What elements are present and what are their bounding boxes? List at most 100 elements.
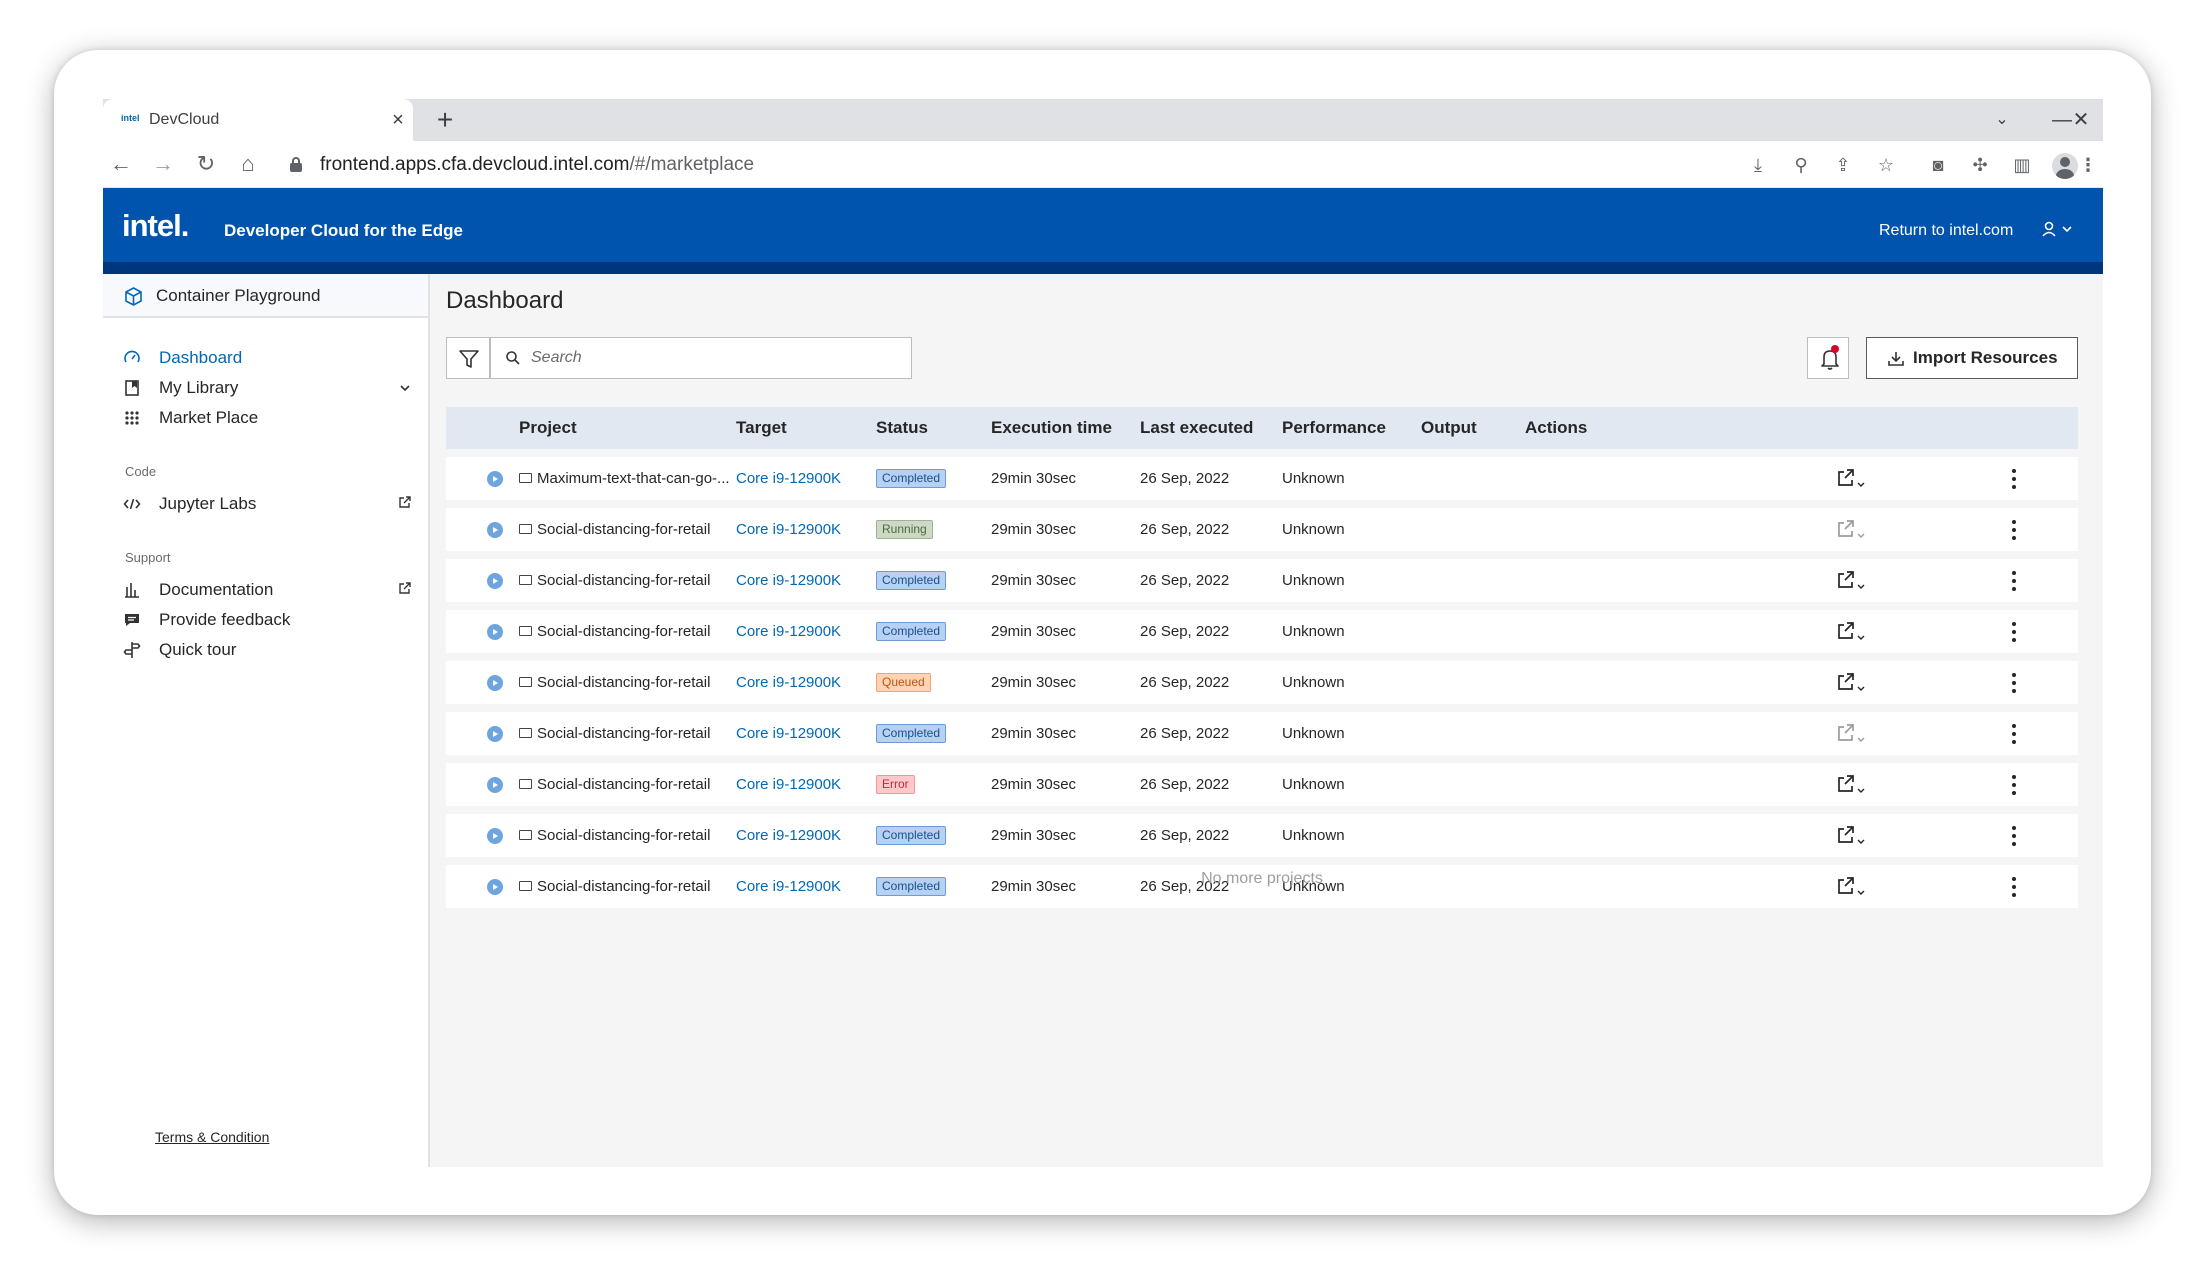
- zoom-icon[interactable]: ⚲: [1788, 152, 1814, 178]
- expand-row-icon[interactable]: [487, 624, 503, 640]
- browser-tab[interactable]: intel DevCloud ×: [103, 99, 413, 141]
- project-cell[interactable]: Social-distancing-for-retail: [519, 763, 710, 806]
- return-to-intel-link[interactable]: Return to intel.com: [1879, 188, 2013, 274]
- home-icon[interactable]: ⌂: [234, 150, 262, 178]
- search-icon: [506, 351, 520, 365]
- open-output-icon[interactable]: [1836, 621, 1872, 643]
- table-row[interactable]: Social-distancing-for-retail Core i9-1290…: [446, 661, 2078, 704]
- close-window-icon[interactable]: ✕: [2067, 106, 2095, 134]
- open-output-icon[interactable]: [1836, 825, 1872, 847]
- expand-row-icon[interactable]: [487, 522, 503, 538]
- back-icon[interactable]: ←: [107, 150, 135, 178]
- open-output-icon[interactable]: [1836, 468, 1872, 490]
- execution-time: 29min 30sec: [991, 827, 1077, 844]
- extensions-icon[interactable]: ✣: [1967, 152, 1993, 178]
- sidebar-item-quick-tour[interactable]: Quick tour: [103, 631, 428, 669]
- search-input[interactable]: [531, 338, 901, 378]
- camera-icon[interactable]: ◙: [1925, 152, 1951, 178]
- table-row[interactable]: Maximum-text-that-can-go-... Core i9-1290…: [446, 457, 2078, 500]
- sidebar-item-market-place[interactable]: Market Place: [103, 399, 428, 437]
- target-link[interactable]: Core i9-12900K: [736, 610, 841, 653]
- expand-row-icon[interactable]: [487, 777, 503, 793]
- table-row[interactable]: Social-distancing-for-retail Core i9-1290…: [446, 763, 2078, 806]
- project-name: Maximum-text-that-can-go-...: [537, 470, 730, 487]
- lock-icon: [290, 157, 302, 172]
- column-header[interactable]: Target: [736, 407, 787, 449]
- column-header[interactable]: Status: [876, 407, 928, 449]
- status-badge: Completed: [876, 469, 947, 488]
- expand-row-icon[interactable]: [487, 675, 503, 691]
- expand-row-icon[interactable]: [487, 828, 503, 844]
- column-header[interactable]: Performance: [1282, 407, 1386, 449]
- column-header[interactable]: Output: [1421, 407, 1477, 449]
- table-row[interactable]: Social-distancing-for-retail Core i9-1290…: [446, 508, 2078, 551]
- project-cell[interactable]: Social-distancing-for-retail: [519, 559, 710, 602]
- open-output-icon[interactable]: [1836, 774, 1872, 796]
- user-menu-icon[interactable]: [2041, 219, 2077, 241]
- search-field[interactable]: [490, 337, 912, 379]
- target-link[interactable]: Core i9-12900K: [736, 559, 841, 602]
- filter-icon: [459, 350, 479, 368]
- row-actions-menu-icon[interactable]: [2006, 823, 2022, 849]
- status-badge: Running: [876, 520, 933, 539]
- table-row[interactable]: Social-distancing-for-retail Core i9-1290…: [446, 814, 2078, 857]
- column-header[interactable]: Actions: [1525, 407, 1587, 449]
- project-cell[interactable]: Social-distancing-for-retail: [519, 610, 710, 653]
- row-actions-menu-icon[interactable]: [2006, 466, 2022, 492]
- table-row[interactable]: Social-distancing-for-retail Core i9-1290…: [446, 610, 2078, 653]
- project-cell[interactable]: Social-distancing-for-retail: [519, 508, 710, 551]
- notifications-button[interactable]: [1807, 337, 1849, 379]
- reload-icon[interactable]: ↻: [192, 150, 220, 178]
- bookmark-star-icon[interactable]: ☆: [1873, 152, 1899, 178]
- row-actions-menu-icon[interactable]: [2006, 619, 2022, 645]
- address-bar[interactable]: frontend.apps.cfa.devcloud.intel.com/#/m…: [320, 141, 754, 188]
- side-panel-icon[interactable]: ▥: [2009, 152, 2035, 178]
- sidebar-header[interactable]: Container Playground: [103, 274, 428, 318]
- row-actions-menu-icon[interactable]: [2006, 721, 2022, 747]
- expand-row-icon[interactable]: [487, 471, 503, 487]
- intel-logo[interactable]: intel.: [122, 208, 189, 244]
- project-cell[interactable]: Social-distancing-for-retail: [519, 712, 710, 755]
- target-link[interactable]: Core i9-12900K: [736, 712, 841, 755]
- open-output-icon[interactable]: [1836, 672, 1872, 694]
- row-actions-menu-icon[interactable]: [2006, 517, 2022, 543]
- new-tab-button[interactable]: +: [431, 106, 459, 134]
- target-link[interactable]: Core i9-12900K: [736, 814, 841, 857]
- table-row[interactable]: Social-distancing-for-retail Core i9-1290…: [446, 559, 2078, 602]
- install-icon[interactable]: ⤓: [1745, 152, 1771, 178]
- tab-search-icon[interactable]: ⌄: [1988, 106, 2016, 134]
- close-tab-icon[interactable]: ×: [385, 107, 411, 133]
- project-cell[interactable]: Social-distancing-for-retail: [519, 814, 710, 857]
- target-link[interactable]: Core i9-12900K: [736, 661, 841, 704]
- row-actions-menu-icon[interactable]: [2006, 670, 2022, 696]
- terms-link[interactable]: Terms & Condition: [155, 1129, 269, 1145]
- import-resources-button[interactable]: Import Resources: [1866, 337, 2078, 379]
- column-header[interactable]: Project: [519, 407, 577, 449]
- open-output-icon[interactable]: [1836, 570, 1872, 592]
- sidebar-item-jupyter-labs[interactable]: Jupyter Labs: [103, 485, 428, 523]
- project-cell[interactable]: Social-distancing-for-retail: [519, 661, 710, 704]
- expand-row-icon[interactable]: [487, 573, 503, 589]
- chevron-down-icon[interactable]: [396, 379, 414, 397]
- project-cell[interactable]: Maximum-text-that-can-go-...: [519, 457, 730, 500]
- expand-row-icon[interactable]: [487, 726, 503, 742]
- execution-time: 29min 30sec: [991, 725, 1077, 742]
- column-header[interactable]: Execution time: [991, 407, 1112, 449]
- column-header[interactable]: Last executed: [1140, 407, 1253, 449]
- target-link[interactable]: Core i9-12900K: [736, 457, 841, 500]
- row-actions-menu-icon[interactable]: [2006, 568, 2022, 594]
- container-icon: [124, 287, 143, 306]
- browser-menu-icon[interactable]: ⋮: [2075, 152, 2101, 178]
- notification-dot: [1831, 345, 1839, 353]
- target-link[interactable]: Core i9-12900K: [736, 763, 841, 806]
- folder-icon: [519, 728, 532, 738]
- open-output-icon[interactable]: [1836, 723, 1872, 745]
- table-row[interactable]: Social-distancing-for-retail Core i9-1290…: [446, 712, 2078, 755]
- open-output-icon[interactable]: [1836, 519, 1872, 541]
- row-actions-menu-icon[interactable]: [2006, 772, 2022, 798]
- target-link[interactable]: Core i9-12900K: [736, 508, 841, 551]
- main-content: Dashboard Import Resources Project Targe…: [430, 274, 2103, 1167]
- share-icon[interactable]: ⇪: [1830, 152, 1856, 178]
- forward-icon[interactable]: →: [149, 150, 177, 178]
- filter-button[interactable]: [446, 337, 490, 379]
